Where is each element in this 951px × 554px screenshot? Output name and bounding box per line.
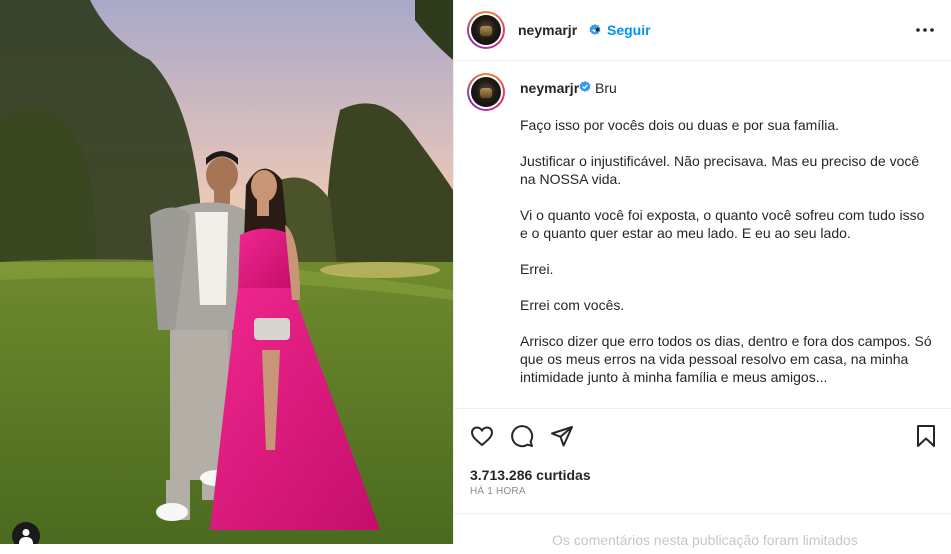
likes-count[interactable]: 3.713.286 curtidas [470, 467, 591, 483]
header-separator: • [595, 21, 600, 37]
share-icon[interactable] [550, 424, 574, 448]
more-options-icon[interactable] [915, 20, 935, 40]
bookmark-icon[interactable] [916, 424, 936, 448]
post-timestamp[interactable]: HÁ 1 HORA [470, 486, 526, 497]
author-avatar[interactable] [467, 11, 505, 49]
comments-limited-text: Os comentários nesta publicação foram li… [552, 532, 858, 548]
author-username[interactable]: neymarjr [518, 22, 577, 38]
tag-people-button[interactable] [12, 522, 40, 544]
post-side-panel: neymarjr • Seguir neymarjr Bru Faço isso… [453, 0, 951, 548]
caption-username[interactable]: neymarjr [520, 80, 579, 96]
follow-button[interactable]: Seguir [607, 22, 651, 38]
comment-icon[interactable] [510, 424, 534, 448]
post-image [0, 0, 453, 544]
caption-mention: Bru [595, 80, 617, 96]
heart-icon[interactable] [470, 424, 494, 448]
post-header: neymarjr • Seguir [454, 0, 951, 61]
caption-text: Faço isso por vocês dois ou duas e por s… [520, 117, 932, 385]
post-photo [0, 0, 453, 544]
caption-author-avatar[interactable] [467, 73, 505, 111]
verified-badge-icon [579, 81, 591, 92]
user-tag-icon [19, 529, 33, 544]
comments-limited-notice: Os comentários nesta publicação foram li… [454, 513, 951, 554]
